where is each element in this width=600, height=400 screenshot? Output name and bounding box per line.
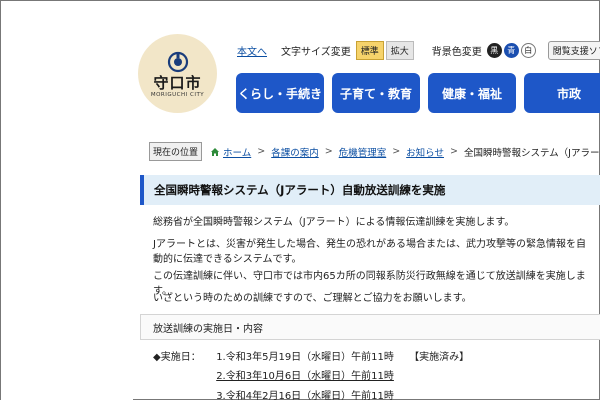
- section-heading: 放送訓練の実施日・内容: [140, 314, 600, 340]
- page-title: 全国瞬時警報システム（Jアラート）自動放送訓練を実施: [140, 175, 600, 205]
- article-paragraph: いざという時のための訓練ですので、ご理解とご協力をお願いします。: [153, 293, 472, 304]
- city-logo[interactable]: 守口市 MORIGUCHI CITY: [138, 34, 217, 113]
- nav-health-welfare[interactable]: 健康・福祉: [428, 73, 516, 113]
- current-position-label: 現在の位置: [149, 142, 203, 161]
- font-standard-button[interactable]: 標準: [355, 40, 384, 60]
- bg-white-button[interactable]: 白: [520, 42, 536, 58]
- schedule-item: 2.令和3年10月6日（水曜日）午前11時: [153, 367, 394, 382]
- bg-black-button[interactable]: 黒: [486, 42, 502, 58]
- breadcrumb-separator: >: [392, 146, 401, 157]
- left-gutter: [1, 1, 133, 400]
- city-name: 守口市: [153, 74, 202, 92]
- breadcrumb-departments[interactable]: 各課の案内: [271, 145, 319, 159]
- font-size-label: 文字サイズ変更: [281, 46, 351, 58]
- schedule-item: ◆実施日： 1.令和3年5月19日（水曜日）午前11時 【実施済み】: [153, 348, 469, 363]
- article-paragraph: Jアラートとは、災害が発生した場合、発生の恐れがある場合または、武力攻撃等の緊急…: [153, 239, 586, 265]
- bg-color-label: 背景色変更: [431, 46, 482, 58]
- schedule-date: 2.令和3年10月6日（水曜日）午前11時: [216, 371, 394, 382]
- utility-bar: 本文へ 文字サイズ変更 標準 拡大 背景色変更 黒 青 白 閲覧支援ソフト: [237, 40, 600, 60]
- breadcrumb-separator: >: [257, 146, 266, 157]
- breadcrumb-separator: >: [324, 146, 333, 157]
- bg-blue-button[interactable]: 青: [503, 42, 519, 58]
- schedule-key-label: ◆実施日：: [153, 352, 201, 363]
- nav-living-procedures[interactable]: くらし・手続き: [236, 73, 324, 113]
- breadcrumb-separator: >: [449, 146, 458, 157]
- main-nav: くらし・手続き 子育て・教育 健康・福祉 市政: [236, 73, 600, 113]
- moriguchi-emblem-icon: [167, 51, 188, 73]
- nav-city-government[interactable]: 市政: [524, 73, 600, 113]
- skip-to-content-link[interactable]: 本文へ: [237, 43, 267, 58]
- schedule-status: 【実施済み】: [409, 352, 470, 363]
- assist-software-button[interactable]: 閲覧支援ソフト: [547, 40, 600, 60]
- schedule-date: 3.令和4年2月16日（水曜日）午前11時: [216, 391, 394, 400]
- font-large-button[interactable]: 拡大: [385, 40, 414, 60]
- schedule-date: 1.令和3年5月19日（水曜日）午前11時: [216, 352, 394, 363]
- home-icon: [211, 147, 220, 156]
- city-name-en: MORIGUCHI CITY: [150, 92, 205, 98]
- nav-childcare-education[interactable]: 子育て・教育: [332, 73, 420, 113]
- breadcrumb-current: 全国瞬時警報システム（Jアラート）自: [463, 147, 600, 159]
- schedule-item: 3.令和4年2月16日（水曜日）午前11時: [153, 387, 394, 400]
- breadcrumb-notices[interactable]: お知らせ: [406, 145, 444, 159]
- breadcrumb: 現在の位置 ホーム > 各課の案内 > 危機管理室 > お知らせ > 全国瞬時警…: [149, 142, 600, 161]
- breadcrumb-crisis-management[interactable]: 危機管理室: [339, 145, 387, 159]
- breadcrumb-home[interactable]: ホーム: [223, 145, 251, 159]
- article-paragraph: 総務省が全国瞬時警報システム（Jアラート）による情報伝達訓練を実施します。: [153, 217, 515, 228]
